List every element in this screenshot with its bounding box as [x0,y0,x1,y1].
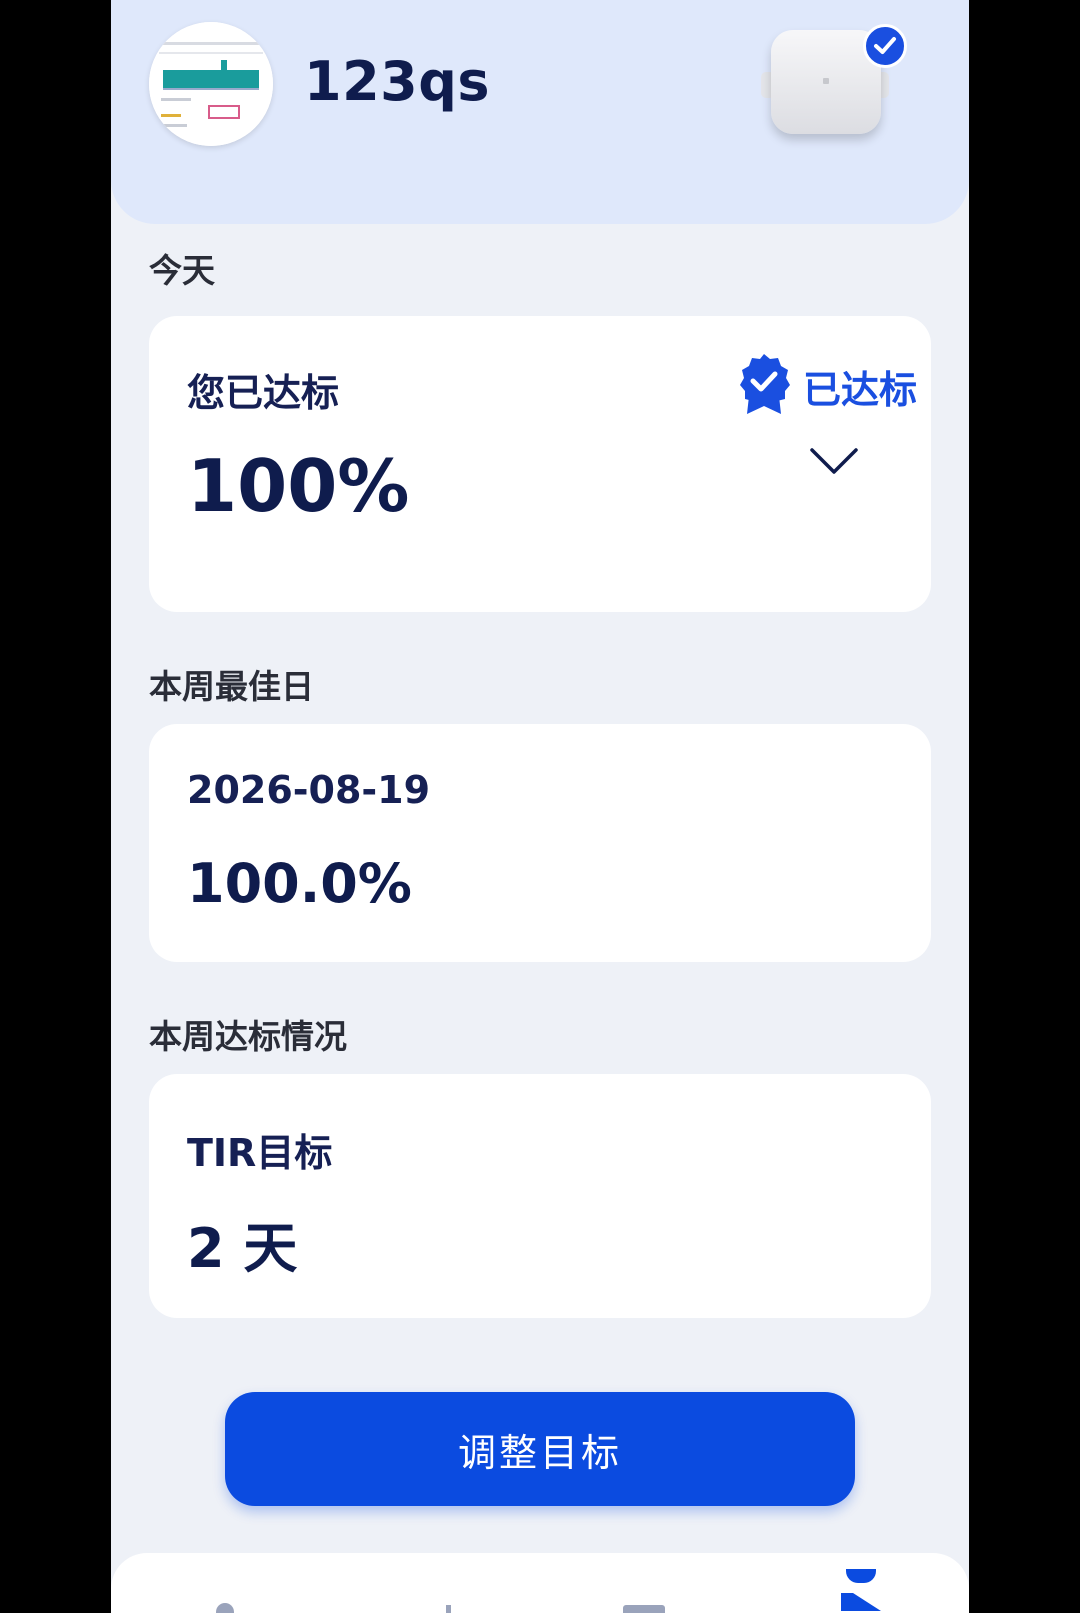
profile-header: 123qs [111,0,969,224]
nav-goal-icon[interactable] [846,1569,876,1583]
award-check-icon [737,352,791,420]
section-title-best-day: 本周最佳日 [149,667,314,706]
goal-met-badge: 已达标 [737,352,917,420]
goal-met-label: 已达标 [803,367,918,412]
connected-check-icon [863,24,907,68]
username: 123qs [304,50,491,113]
nav-report-icon[interactable] [623,1605,665,1613]
today-percent: 100% [187,444,410,528]
tir-target-label: TIR目标 [187,1131,333,1175]
avatar[interactable] [149,22,273,146]
device-status[interactable] [759,22,907,140]
best-day-percent: 100.0% [187,852,412,915]
best-day-date: 2026-08-19 [187,768,431,812]
nav-home-icon[interactable] [216,1603,234,1613]
chevron-down-icon[interactable] [809,446,859,480]
weekly-days: 2 天 [187,1217,298,1280]
avatar-image [149,22,273,146]
adjust-goal-button[interactable]: 调整目标 [225,1392,855,1506]
nav-goal-icon-base [841,1593,881,1611]
today-status-label: 您已达标 [187,371,340,415]
section-title-weekly: 本周达标情况 [149,1017,347,1056]
bottom-nav [111,1553,969,1613]
nav-data-icon[interactable] [446,1605,451,1613]
today-card[interactable]: 您已达标 100% 已达标 [149,316,931,612]
app-screen: 123qs 今天 您已达标 100% 已达标 本周最佳日 2026-08-19 … [111,0,969,1613]
weekly-card: TIR目标 2 天 [149,1074,931,1318]
device-indicator [823,78,829,84]
best-day-card: 2026-08-19 100.0% [149,724,931,962]
section-title-today: 今天 [149,251,215,290]
